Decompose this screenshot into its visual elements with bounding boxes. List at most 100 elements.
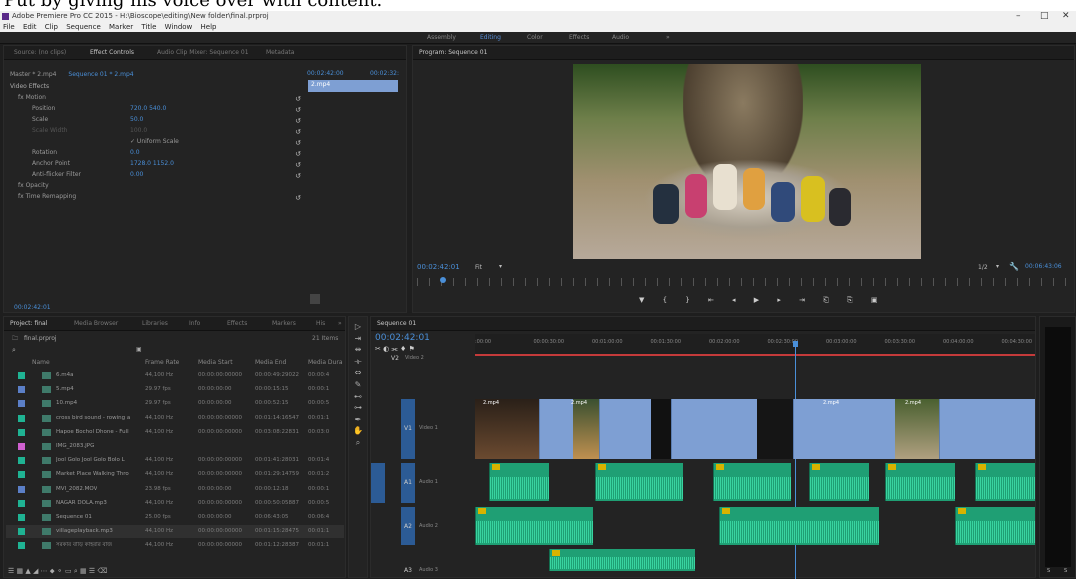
workspace-editing[interactable]: Editing <box>480 34 501 41</box>
label-color-swatch[interactable] <box>18 485 25 493</box>
col-media-duration[interactable]: Media Dura <box>308 359 343 366</box>
menu-file[interactable]: File <box>3 23 15 31</box>
program-timecode[interactable]: 00:02:42:01 <box>417 263 460 271</box>
v1-clip[interactable] <box>757 399 793 459</box>
effect-row-rotation[interactable]: Rotation <box>32 148 57 157</box>
anchor-value[interactable]: 1728.0 1152.0 <box>130 159 174 168</box>
project-item-row[interactable]: 5.mp4 29.97 fps 00:00:00:00 00:00:15:15 00:0… <box>6 383 344 396</box>
col-media-end[interactable]: Media End <box>255 359 286 366</box>
v1-clip[interactable] <box>599 399 651 459</box>
menu-help[interactable]: Help <box>201 23 217 31</box>
a2-clip[interactable] <box>475 507 593 545</box>
transport-controls[interactable]: ▼ { } ⇤ ◂ ▶ ▸ ⇥ ⎗ ⎘ ▣ <box>639 296 878 306</box>
close-icon[interactable]: ✕ <box>1062 11 1070 22</box>
timeline-ruler[interactable] <box>475 334 1035 356</box>
meter-solo-right[interactable]: S <box>1064 568 1067 574</box>
track-header-a2[interactable]: A2 Audio 2 <box>371 507 475 545</box>
project-bottom-toolbar[interactable]: ☰ ▦ ▲ ◢ ⋯ ⬥ ⚬ ▭ ⌕ ▦ ☰ ⌫ <box>8 567 107 576</box>
track-select-tool-icon[interactable]: ⇥ <box>349 333 367 345</box>
effect-row-antiflicker[interactable]: Anti-flicker Filter <box>32 170 81 179</box>
uniform-scale-checkbox[interactable]: ✓ Uniform Scale <box>130 137 179 146</box>
tab-info[interactable]: Info <box>189 320 200 327</box>
project-item-row[interactable]: cross bird sound - rowing a 44,100 Hz 00:0… <box>6 412 344 425</box>
tab-media-browser[interactable]: Media Browser <box>74 320 118 327</box>
tab-effect-controls[interactable]: Effect Controls <box>90 49 134 56</box>
menu-clip[interactable]: Clip <box>45 23 58 31</box>
v1-clip[interactable] <box>539 399 573 459</box>
label-color-swatch[interactable] <box>18 372 25 379</box>
a1-clip[interactable] <box>885 463 955 501</box>
tab-libraries[interactable]: Libraries <box>142 320 168 327</box>
label-color-swatch[interactable] <box>18 428 25 436</box>
track-header-a1[interactable]: A1 Audio 1 <box>371 463 475 503</box>
ec-clip-bar[interactable]: 2.mp4 <box>308 80 398 92</box>
fit-chevron-icon[interactable]: ▾ <box>499 263 502 270</box>
project-item-row[interactable]: villageplayback.mp3 44,100 Hz 00:00:00:000… <box>6 525 344 539</box>
tab-metadata[interactable]: Metadata <box>266 49 294 56</box>
track-header-a3[interactable]: A3 Audio 3 <box>371 549 475 577</box>
project-item-row[interactable]: Jool Golo Jool Golo Bolo L 44,100 Hz 00:00… <box>6 454 344 467</box>
razor-tool-icon[interactable]: ✎ <box>349 379 367 391</box>
ripple-edit-tool-icon[interactable]: ⇹ <box>349 344 367 356</box>
a1-clip[interactable] <box>595 463 683 501</box>
v1-clip[interactable] <box>475 399 539 459</box>
effect-row-position[interactable]: Position <box>32 104 55 113</box>
project-item-row[interactable]: MVI_2082.MOV 23.98 fps 00:00:00:00 00:00:12… <box>6 483 344 496</box>
menu-window[interactable]: Window <box>165 23 193 31</box>
resolution-dropdown[interactable]: 1/2 <box>978 264 988 271</box>
slide-tool-icon[interactable]: ⊶ <box>349 402 367 414</box>
effect-row-opacity[interactable]: fx Opacity <box>18 181 49 190</box>
effect-row-anchor[interactable]: Anchor Point <box>32 159 70 168</box>
workspace-audio[interactable]: Audio <box>612 34 629 41</box>
tab-history[interactable]: His <box>316 320 325 327</box>
a2-clip[interactable] <box>719 507 879 545</box>
tab-markers[interactable]: Markers <box>272 320 296 327</box>
project-item-row[interactable]: NAGAR DOLA.mp3 44,100 Hz 00:00:00:00000 00:… <box>6 497 344 510</box>
menu-title[interactable]: Title <box>141 23 156 31</box>
meter-solo-left[interactable]: S <box>1047 568 1050 574</box>
search-icon[interactable]: ⌕ <box>12 346 16 355</box>
program-ruler[interactable] <box>417 277 1071 286</box>
label-color-swatch[interactable] <box>18 414 25 422</box>
tab-project[interactable]: Project: final <box>10 320 47 327</box>
slip-tool-icon[interactable]: ⊷ <box>349 391 367 403</box>
project-item-row[interactable]: IMG_2083.JPG <box>6 440 344 453</box>
ec-scroll-handle[interactable] <box>310 294 320 304</box>
project-item-row[interactable]: Sequence 01 25.00 fps 00:00:00:00 00:06:43:… <box>6 511 344 524</box>
pen-tool-icon[interactable]: ✒ <box>349 414 367 426</box>
menu-sequence[interactable]: Sequence <box>66 23 101 31</box>
program-playhead[interactable] <box>440 277 446 283</box>
rotation-value[interactable]: 0.0 <box>130 148 140 157</box>
menu-edit[interactable]: Edit <box>23 23 37 31</box>
project-item-row[interactable]: 6.m4a 44,100 Hz 00:00:00:00000 00:00:49:290… <box>6 369 344 382</box>
program-title[interactable]: Program: Sequence 01 <box>419 49 487 56</box>
minimize-icon[interactable]: – <box>1016 11 1021 22</box>
col-frame-rate[interactable]: Frame Rate <box>145 359 179 366</box>
v1-clip[interactable] <box>671 399 757 459</box>
menu-marker[interactable]: Marker <box>109 23 133 31</box>
selection-tool-icon[interactable]: ▷ <box>349 321 367 333</box>
project-item-row[interactable]: Market Place Walking Thro 44,100 Hz 00:00:… <box>6 468 344 481</box>
label-color-swatch[interactable] <box>18 400 25 408</box>
a1-source-patch[interactable] <box>371 463 385 503</box>
timeline-timecode[interactable]: 00:02:42:01 <box>375 333 430 343</box>
col-media-start[interactable]: Media Start <box>198 359 233 366</box>
label-color-swatch[interactable] <box>18 499 25 507</box>
scale-value[interactable]: 50.0 <box>130 115 143 124</box>
wrench-icon[interactable]: 🔧 <box>1009 262 1019 271</box>
fit-dropdown[interactable]: Fit <box>475 264 482 271</box>
reset-icons-column[interactable]: ↺ ↺ ↺ ↺ ↺ ↺ ↺ ↺ ↺ <box>294 94 302 202</box>
label-color-swatch[interactable] <box>18 443 25 450</box>
effect-row-motion[interactable]: fx Motion <box>18 93 46 102</box>
workspace-effects[interactable]: Effects <box>569 34 589 41</box>
tab-source[interactable]: Source: (no clips) <box>14 49 66 56</box>
effect-row-scale[interactable]: Scale <box>32 115 48 124</box>
v1-clip[interactable] <box>793 399 895 459</box>
v1-clip[interactable] <box>651 399 671 459</box>
tab-more[interactable]: » <box>338 320 342 327</box>
sequence-clip-label[interactable]: Sequence 01 * 2.mp4 <box>68 71 133 78</box>
label-color-swatch[interactable] <box>18 514 25 521</box>
a1-clip[interactable] <box>489 463 549 501</box>
rate-stretch-tool-icon[interactable]: ⇔ <box>349 367 367 379</box>
a1-clip[interactable] <box>975 463 1035 501</box>
